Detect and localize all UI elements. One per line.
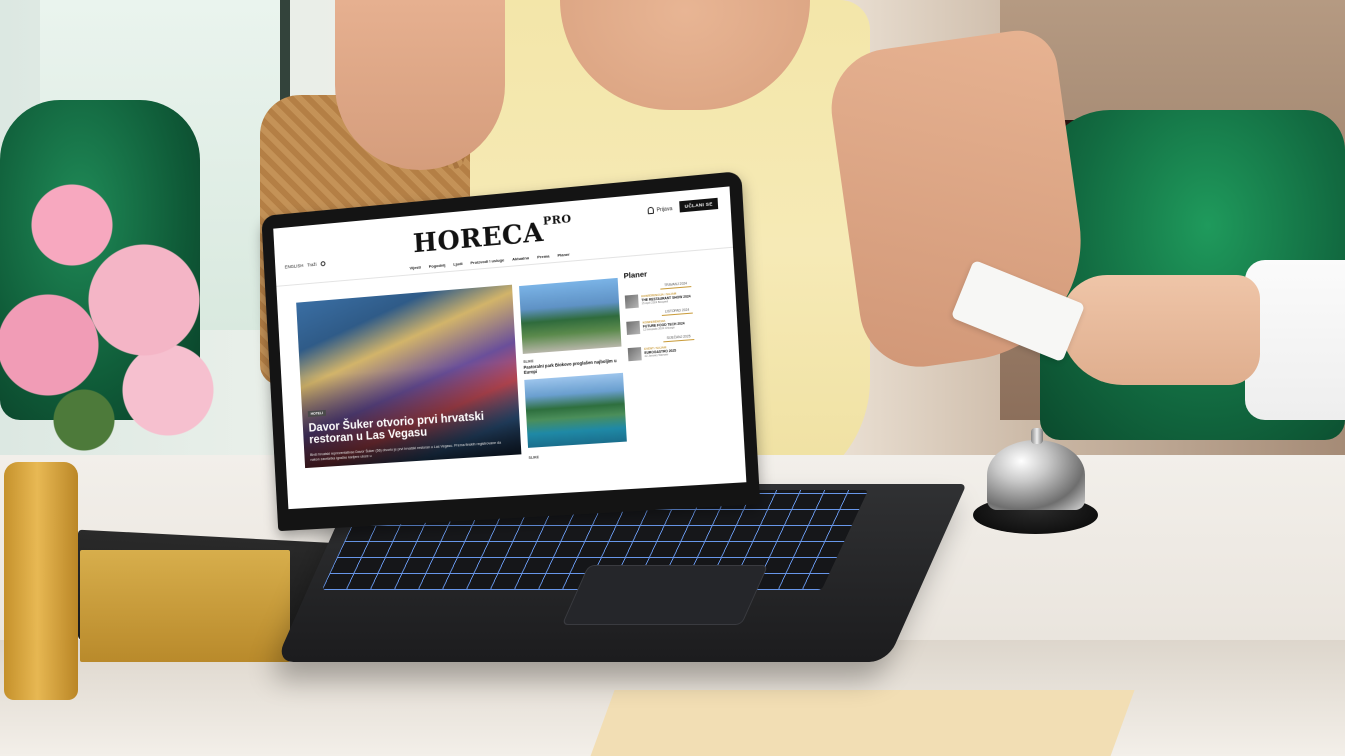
pink-flowers	[0, 165, 240, 465]
event-thumbnail	[625, 294, 639, 308]
planner-event[interactable]: EVENT / SAJAM EUROGASTRO 2025 22 January…	[628, 340, 732, 361]
language-link[interactable]: ENGLISH	[285, 263, 304, 269]
menu-item[interactable]: Planer	[557, 252, 570, 258]
login-label: Prijava	[656, 206, 672, 214]
article-tag: SLIKE	[529, 455, 540, 460]
event-thumbnail	[626, 321, 640, 335]
laptop-touchpad	[562, 565, 769, 625]
menu-item[interactable]: Proizvodi i usluge	[470, 257, 504, 265]
card-holder-gold-plate	[80, 550, 290, 662]
user-icon	[647, 207, 654, 215]
planner-sidebar: Planer TRAVANJ 2024 KONFERENCIJA / SAJAM…	[623, 263, 732, 366]
paper-sheet	[585, 690, 1134, 756]
article-image-coast[interactable]	[524, 373, 627, 448]
receptionist-sleeve	[1245, 260, 1345, 420]
logo-super: PRO	[543, 213, 572, 229]
article-title[interactable]: Pastoralni park Biokovo proglašen najbol…	[523, 358, 620, 375]
site-content: HOTELI Davor Šuker otvorio prvi hrvatski…	[276, 248, 746, 509]
laptop-lid: ENGLISH Traži HORECAPRO Prijava UČLANI S…	[261, 171, 760, 531]
hero-title: Davor Šuker otvorio prvi hrvatski restor…	[308, 409, 514, 446]
hero-badge: HOTELI	[308, 410, 326, 417]
menu-item[interactable]: Prema	[537, 253, 550, 259]
service-bell-dome	[987, 440, 1085, 510]
login-link[interactable]: Prijava	[647, 205, 672, 214]
planner-title: Planer	[623, 263, 727, 281]
search-link[interactable]: Traži	[307, 262, 317, 268]
logo-text: HORECA	[412, 218, 544, 259]
menu-item[interactable]: Pogodnij	[429, 262, 446, 268]
article-tag: SLIKE	[523, 359, 534, 364]
amber-vase	[4, 462, 78, 700]
menu-item[interactable]: Aktualno	[512, 255, 529, 261]
join-button[interactable]: UČLANI SE	[679, 198, 718, 213]
hero-article[interactable]: HOTELI Davor Šuker otvorio prvi hrvatski…	[296, 285, 521, 468]
person-arm-left	[335, 0, 505, 170]
laptop-screen: ENGLISH Traži HORECAPRO Prijava UČLANI S…	[273, 186, 746, 509]
event-thumbnail	[628, 347, 642, 361]
article-image-biokovo[interactable]	[519, 278, 621, 354]
menu-item[interactable]: Vijesti	[409, 265, 421, 271]
language-search: ENGLISH Traži	[285, 261, 326, 269]
menu-item[interactable]: Ljudi	[453, 261, 463, 267]
receptionist-hand	[1060, 275, 1260, 385]
service-bell-knob	[1031, 428, 1043, 444]
search-icon[interactable]	[320, 261, 325, 266]
photo-scene: ENGLISH Traži HORECAPRO Prijava UČLANI S…	[0, 0, 1345, 756]
